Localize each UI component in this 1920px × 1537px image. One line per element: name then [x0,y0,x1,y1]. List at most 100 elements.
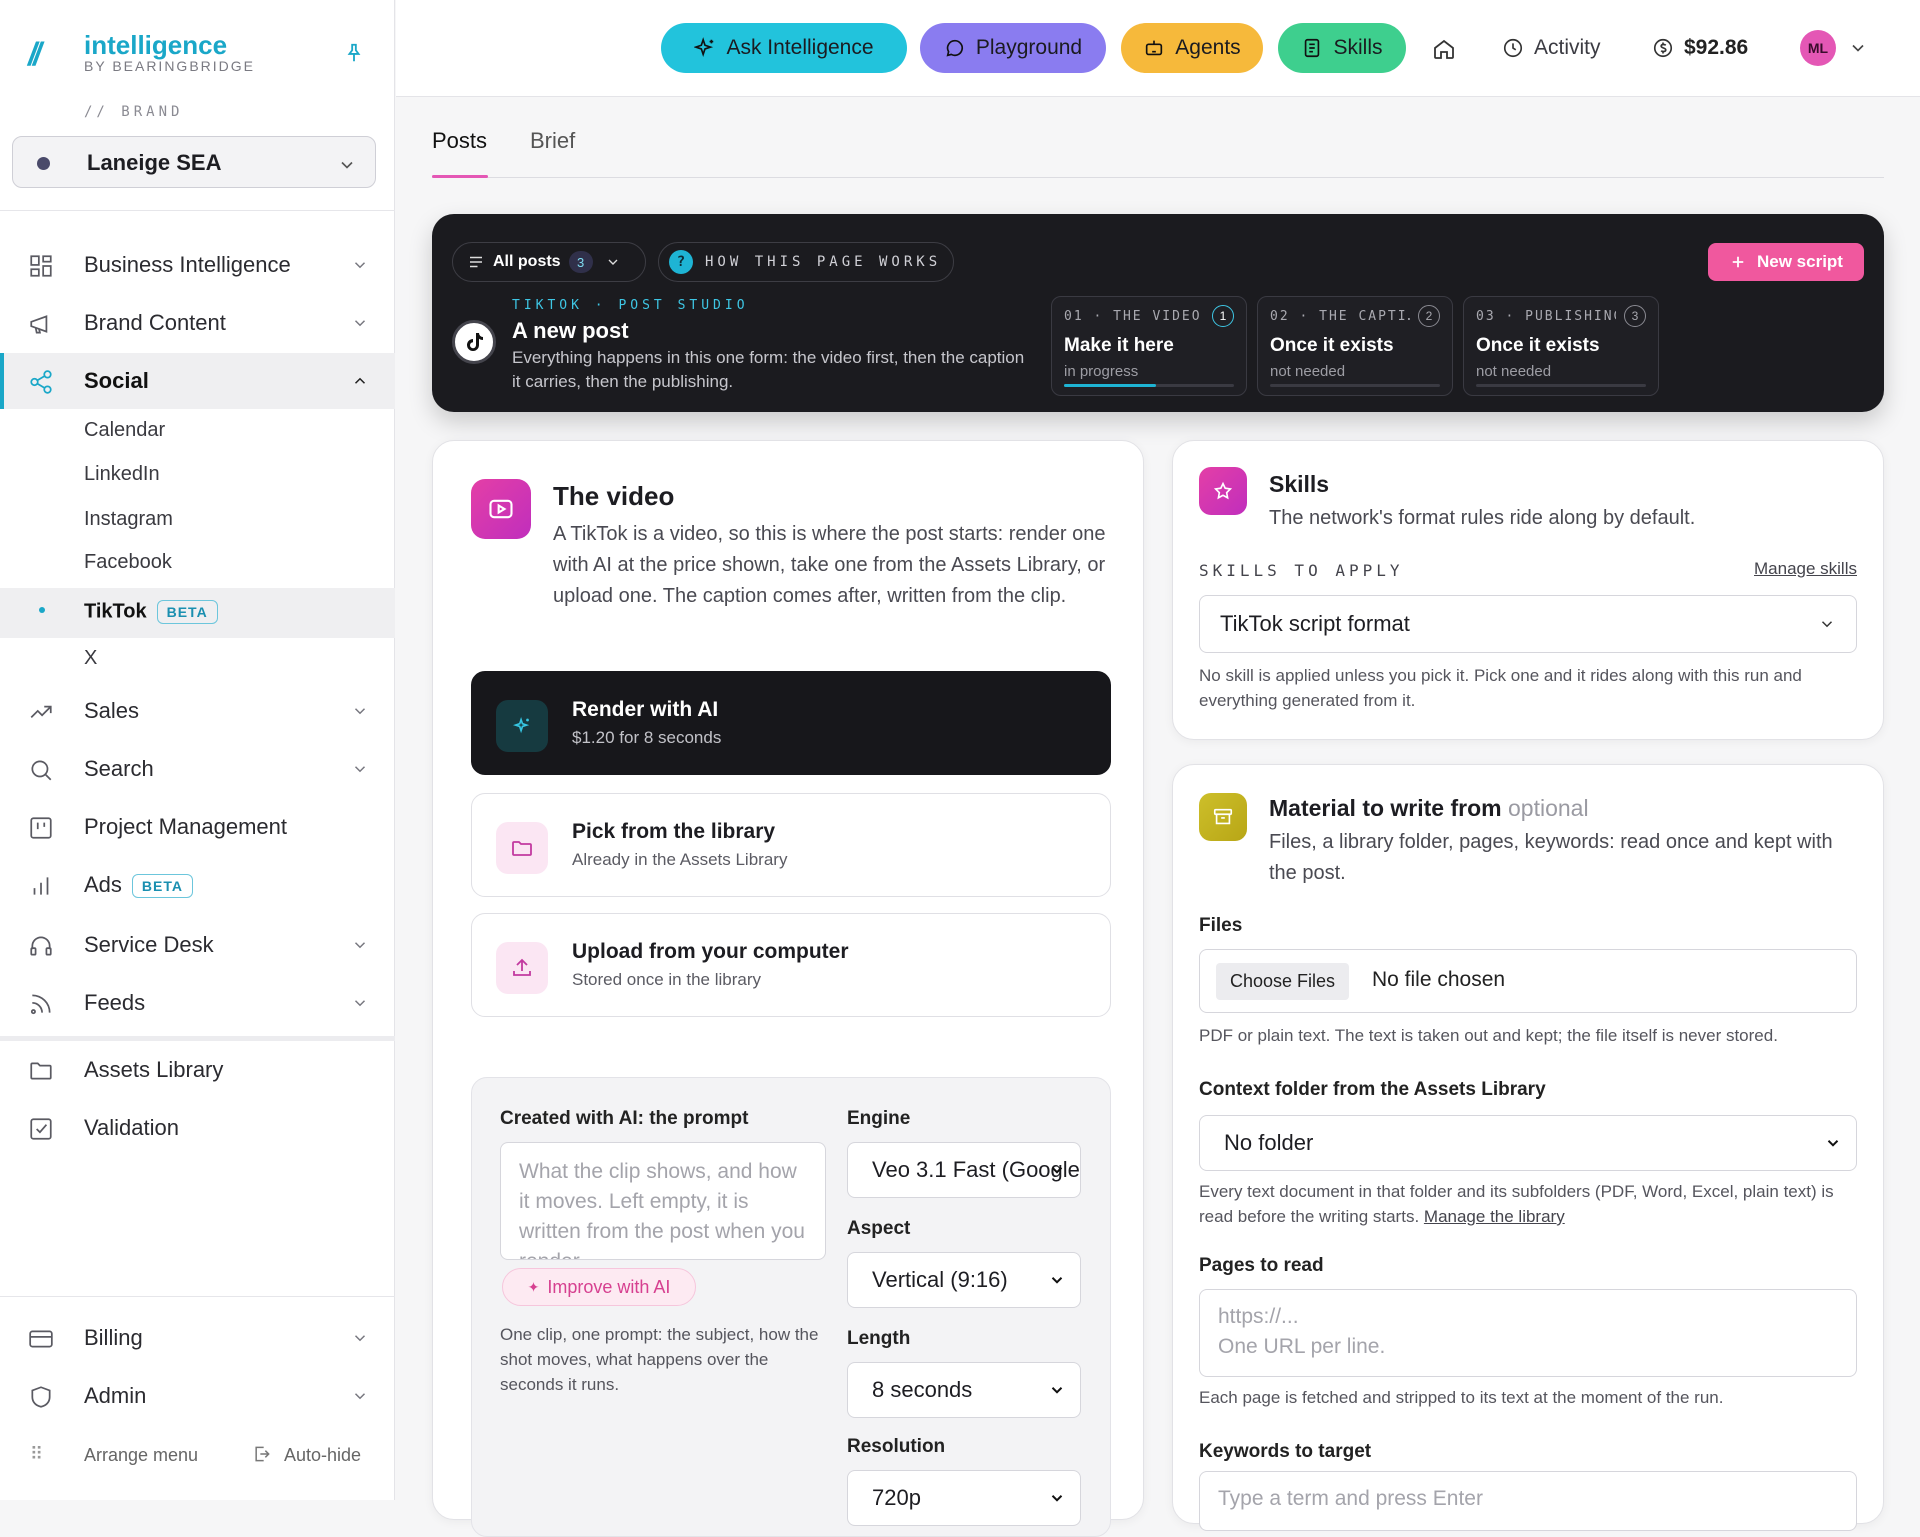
sidebar-subitem-linkedin[interactable]: LinkedIn [0,453,395,497]
home-button[interactable] [1432,30,1454,66]
sidebar-subitem-label: X [84,647,98,669]
new-script-button[interactable]: New script [1708,243,1864,281]
all-posts-filter[interactable]: All posts 3 [452,242,646,282]
active-dot-icon [39,607,45,613]
chevron-down-icon [351,702,369,720]
aspect-value: Vertical (9:16) [872,1267,1008,1292]
brand-select[interactable]: Laneige SEA [12,136,376,188]
card-icon [28,1326,54,1352]
sidebar-item-label: Sales [84,698,140,723]
sidebar-item-label: Ads BETA [84,872,193,899]
sidebar-item-label: Project Management [84,814,287,839]
chevron-down-icon [351,760,369,778]
folder-select[interactable]: No folder [1199,1115,1857,1171]
sidebar-item-sales[interactable]: Sales [0,683,395,739]
how-this-page-works-button[interactable]: ? HOW THIS PAGE WORKS [658,242,954,282]
render-with-ai-option[interactable]: Render with AI $1.20 for 8 seconds [471,671,1111,775]
arrange-menu-button[interactable]: Arrange menu [84,1445,198,1466]
chevron-down-icon [351,936,369,954]
video-play-icon [471,479,531,539]
option-title: Render with AI [572,698,719,721]
material-card-description: Files, a library folder, pages, keywords… [1269,831,1833,884]
playground-button[interactable]: Playground [920,23,1106,73]
chevron-down-icon[interactable] [1848,38,1868,58]
step-progress-bar [1064,384,1234,387]
material-card-title: Material to write from optional [1269,795,1589,821]
sidebar-item-label: Billing [84,1325,143,1350]
beta-badge: BETA [156,600,218,624]
resolution-select[interactable]: 720p [847,1470,1081,1526]
sidebar-subitem-instagram[interactable]: Instagram [0,498,395,542]
sidebar-item-service-desk[interactable]: Service Desk [0,917,395,973]
step-status: not needed [1476,363,1552,380]
keywords-input[interactable]: Type a term and press Enter [1199,1471,1857,1531]
aspect-select[interactable]: Vertical (9:16) [847,1252,1081,1308]
agents-button[interactable]: Agents [1121,23,1263,73]
agents-label: Agents [1175,36,1241,59]
sidebar-item-validation[interactable]: Validation [0,1100,395,1156]
skills-select[interactable]: TikTok script format [1199,595,1857,653]
step-card-publishing[interactable]: 03 · PUBLISHING 3 Once it exists not nee… [1463,296,1659,396]
sidebar-subitem-label: LinkedIn [84,463,160,485]
ask-intelligence-button[interactable]: Ask Intelligence [661,23,907,73]
folder-hint: Every text document in that folder and i… [1199,1182,1834,1226]
sidebar-item-assets-library[interactable]: Assets Library [0,1042,395,1098]
sidebar-subitem-calendar[interactable]: Calendar [0,409,395,453]
improve-with-ai-button[interactable]: ✦ Improve with AI [502,1268,696,1306]
upload-from-computer-option[interactable]: Upload from your computer Stored once in… [471,913,1111,1017]
skills-button[interactable]: Skills [1278,23,1406,73]
sidebar-item-brand-content[interactable]: Brand Content [0,295,395,351]
plus-icon [1729,253,1747,271]
sidebar-subitem-facebook[interactable]: Facebook [0,541,395,585]
balance-link[interactable]: $92.86 [1652,30,1748,66]
sidebar-item-feeds[interactable]: Feeds [0,975,395,1031]
sidebar-item-ads[interactable]: Ads BETA [0,857,395,913]
folder-icon [496,822,548,874]
pick-from-library-option[interactable]: Pick from the library Already in the Ass… [471,793,1111,897]
auto-hide-button[interactable]: Auto-hide [284,1445,361,1466]
choose-files-button[interactable]: Choose Files [1216,963,1350,1000]
post-studio-banner: All posts 3 ? HOW THIS PAGE WORKS New sc… [432,214,1884,412]
beta-badge: BETA [131,874,193,899]
sidebar-item-label: Search [84,756,154,781]
dollar-coin-icon [1652,37,1674,59]
home-icon [1432,37,1454,59]
skills-select-value: TikTok script format [1220,611,1410,636]
sidebar-item-label: Feeds [84,990,146,1015]
sidebar-item-search[interactable]: Search [0,741,395,797]
grid-icon [28,253,54,279]
step-number: 1 [1212,305,1234,327]
prompt-textarea[interactable]: What the clip shows, and how it moves. L… [500,1142,826,1260]
manage-library-link[interactable]: Manage the library [1424,1207,1565,1226]
skills-hint: No skill is applied unless you pick it. … [1199,666,1802,710]
manage-skills-link[interactable]: Manage skills [1754,559,1857,579]
archive-box-icon [1199,793,1247,841]
step-card-video[interactable]: 01 · THE VIDEO 1 Make it here in progres… [1051,296,1247,396]
engine-select[interactable]: Veo 3.1 Fast (Google) [847,1142,1081,1198]
avatar[interactable]: ML [1800,30,1836,66]
sidebar-item-project-management[interactable]: Project Management [0,799,395,855]
sidebar-item-label: Social [84,368,149,393]
folder-label: Context folder from the Assets Library [1199,1079,1546,1100]
pages-textarea[interactable]: https://... One URL per line. [1199,1289,1857,1377]
sidebar-item-business-intelligence[interactable]: Business Intelligence [0,237,395,293]
sidebar-item-billing[interactable]: Billing [0,1310,395,1366]
prompt-label: Created with AI: the prompt [500,1108,749,1129]
length-select[interactable]: 8 seconds [847,1362,1081,1418]
brand-value: Laneige SEA [87,150,222,175]
pin-icon[interactable] [343,42,365,64]
ai-prompt-panel: Created with AI: the prompt What the cli… [471,1077,1111,1537]
tab-posts[interactable]: Posts [432,128,487,154]
checkbox-icon [28,1116,54,1142]
sidebar-item-admin[interactable]: Admin [0,1368,395,1424]
option-subtitle: Stored once in the library [572,970,761,989]
step-card-caption[interactable]: 02 · THE CAPTI… 2 Once it exists not nee… [1257,296,1453,396]
file-input[interactable]: Choose Files No file chosen [1199,949,1857,1013]
activity-link[interactable]: Activity [1502,30,1601,66]
no-file-chosen-text: No file chosen [1372,968,1506,991]
sidebar-item-social[interactable]: Social [0,353,395,409]
sidebar-subitem-tiktok[interactable]: TikTok BETA [0,588,395,638]
tab-brief[interactable]: Brief [530,128,575,154]
sidebar-subitem-x[interactable]: X [0,637,395,681]
list-icon [467,253,485,271]
